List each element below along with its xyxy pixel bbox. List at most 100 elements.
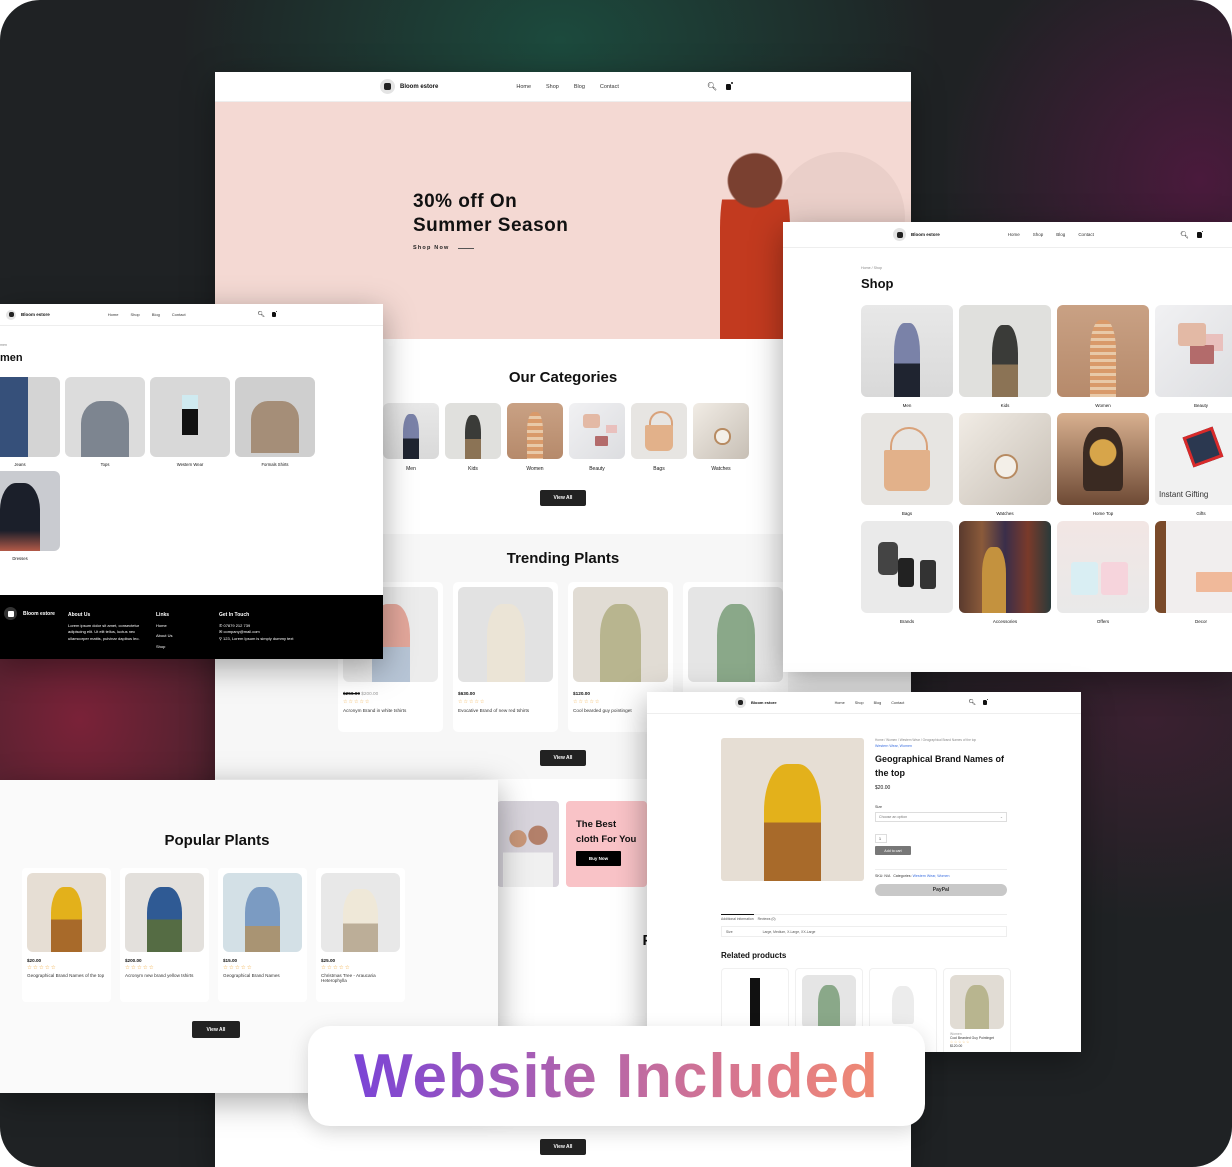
nav-home[interactable]: Home xyxy=(1008,232,1020,237)
view-all-button[interactable]: View All xyxy=(540,1139,586,1155)
nav-blog[interactable]: Blog xyxy=(152,312,160,317)
view-all-button[interactable]: View All xyxy=(192,1021,240,1038)
cart-icon[interactable] xyxy=(1197,229,1204,238)
product-title: Geographical Brand Names of the top xyxy=(875,754,1005,778)
shop-now-link[interactable]: Shop Now xyxy=(413,245,474,251)
badge-text: Website Included xyxy=(354,1041,879,1111)
header-nav: Bloom estore Home Shop Blog Contact 🔍︎ xyxy=(783,222,1232,248)
product-meta: SKU: N/A Categories: Western Wear, Women xyxy=(875,869,1007,878)
category-card[interactable]: Men xyxy=(383,403,439,472)
product-card[interactable]: $20.00 ☆☆☆☆☆ Geographical Brand Names of t… xyxy=(22,868,111,1002)
category-card[interactable]: Women xyxy=(507,403,563,472)
promo-collage: Bloom estore Home Shop Blog Contact 🔍︎ 3… xyxy=(0,0,1232,1167)
category-card[interactable]: Kids xyxy=(959,305,1051,408)
category-card[interactable]: Decor xyxy=(1155,521,1232,624)
brand-logo[interactable]: Bloom estore xyxy=(6,309,50,320)
category-card[interactable]: Tops xyxy=(65,377,145,467)
category-card[interactable]: Women xyxy=(1057,305,1149,408)
product-page-window: Bloom estore Home Shop Blog Contact 🔍︎ H… xyxy=(647,692,1081,1052)
category-card[interactable]: Jeans xyxy=(0,377,60,467)
breadcrumb: Home / Shop xyxy=(861,266,882,270)
category-card[interactable]: Watches xyxy=(959,413,1051,516)
category-link[interactable]: Western Wear, Women xyxy=(875,744,1007,748)
quantity-input[interactable]: 1 xyxy=(875,834,887,843)
section-title: Popular Plants xyxy=(164,832,270,849)
search-icon[interactable]: 🔍︎ xyxy=(707,82,717,91)
footer-link[interactable]: Home xyxy=(156,623,172,629)
cart-icon[interactable] xyxy=(272,310,278,317)
nav-contact[interactable]: Contact xyxy=(172,312,186,317)
size-select[interactable]: Choose an option ⌄ xyxy=(875,812,1007,822)
product-image xyxy=(721,738,864,881)
nav-contact[interactable]: Contact xyxy=(891,701,904,705)
tab-reviews[interactable]: Reviews (0) xyxy=(758,917,776,921)
gift-overlay-text: Instant Gifting xyxy=(1159,490,1209,499)
user-icon[interactable] xyxy=(994,700,999,705)
user-icon[interactable] xyxy=(283,312,288,317)
product-card[interactable]: $15.00 ☆☆☆☆☆ Geographical Brand Names xyxy=(218,868,307,1002)
product-card[interactable]: $25.00 ☆☆☆☆☆ Christmas Tree - Araucaria He… xyxy=(316,868,405,1002)
category-card[interactable]: Bags xyxy=(861,413,953,516)
promo-title: The Best cloth For You xyxy=(576,819,637,845)
related-product-card[interactable]: Women Cool Bearded Guy Pointinget ☆☆☆☆☆ $12… xyxy=(943,968,1011,1052)
paypal-button[interactable]: PayPal xyxy=(875,884,1007,896)
category-card[interactable]: Formals Shirts xyxy=(235,377,315,467)
nav-shop[interactable]: Shop xyxy=(1033,232,1044,237)
shopping-bag-icon xyxy=(735,697,746,708)
footer-link[interactable]: Shop xyxy=(156,644,172,650)
brand-logo[interactable]: Bloom estore xyxy=(380,79,438,94)
brand-logo[interactable]: Bloom estore xyxy=(735,697,777,708)
nav-shop[interactable]: Shop xyxy=(855,701,864,705)
search-icon[interactable]: 🔍︎ xyxy=(257,311,265,318)
main-menu: Home Shop Blog Contact xyxy=(516,84,619,90)
hero-headline: 30% off On Summer Season xyxy=(413,191,569,236)
tab-additional-info[interactable]: Additional information xyxy=(721,914,754,921)
category-card[interactable]: Kids xyxy=(445,403,501,472)
nav-contact[interactable]: Contact xyxy=(1078,232,1094,237)
user-icon[interactable] xyxy=(1210,232,1216,238)
cart-icon[interactable] xyxy=(983,698,989,705)
category-card[interactable]: Brands xyxy=(861,521,953,624)
product-tabs: Additional information Reviews (0) xyxy=(721,914,1007,921)
nav-shop[interactable]: Shop xyxy=(130,312,139,317)
shopping-bag-icon xyxy=(380,79,395,94)
nav-blog[interactable]: Blog xyxy=(574,84,585,90)
product-card[interactable]: $630.00 ☆☆☆☆☆ Evocative Brand of new red t… xyxy=(453,582,558,732)
women-category-window: Bloom estore Home Shop Blog Contact 🔍︎ m… xyxy=(0,304,383,659)
search-icon[interactable]: 🔍︎ xyxy=(968,699,976,706)
category-card[interactable]: Beauty xyxy=(1155,305,1232,408)
category-card[interactable]: Men xyxy=(861,305,953,408)
add-to-cart-button[interactable]: Add to cart xyxy=(875,846,911,855)
category-card[interactable]: Instant Gifting Gifts xyxy=(1155,413,1232,516)
buy-now-button[interactable]: Buy Now xyxy=(576,851,621,866)
category-card[interactable]: Offers xyxy=(1057,521,1149,624)
promo-banner: The Best cloth For You Buy Now xyxy=(497,801,647,887)
breadcrumb: Home / Women / Western Wear / Geographic… xyxy=(875,738,977,742)
category-card[interactable]: Accessories xyxy=(959,521,1051,624)
nav-home[interactable]: Home xyxy=(108,312,119,317)
page-title: Shop xyxy=(861,276,894,291)
category-link[interactable]: Western Wear, Women xyxy=(913,874,950,878)
nav-blog[interactable]: Blog xyxy=(874,701,882,705)
view-all-button[interactable]: View All xyxy=(540,490,586,506)
related-products-title: Related products xyxy=(721,951,787,960)
category-card[interactable]: Watches xyxy=(693,403,749,472)
view-all-button[interactable]: View All xyxy=(540,750,586,766)
search-icon[interactable]: 🔍︎ xyxy=(1180,231,1189,239)
category-card[interactable]: Western Wear xyxy=(150,377,230,467)
brand-logo[interactable]: Bloom estore xyxy=(893,228,940,241)
user-icon[interactable] xyxy=(740,84,746,90)
shop-page-window: Bloom estore Home Shop Blog Contact 🔍︎ H… xyxy=(783,222,1232,672)
category-card[interactable]: Dresses xyxy=(0,471,60,561)
footer-link[interactable]: About Us xyxy=(156,633,172,639)
nav-blog[interactable]: Blog xyxy=(1056,232,1065,237)
cart-icon[interactable] xyxy=(726,80,734,90)
nav-home[interactable]: Home xyxy=(835,701,845,705)
category-card[interactable]: Bags xyxy=(631,403,687,472)
nav-home[interactable]: Home xyxy=(516,84,531,90)
nav-shop[interactable]: Shop xyxy=(546,84,559,90)
category-card[interactable]: Beauty xyxy=(569,403,625,472)
nav-contact[interactable]: Contact xyxy=(600,84,619,90)
product-card[interactable]: $200.00 ☆☆☆☆☆ Acronym new brand yellow tsh… xyxy=(120,868,209,1002)
category-card[interactable]: Home Top xyxy=(1057,413,1149,516)
